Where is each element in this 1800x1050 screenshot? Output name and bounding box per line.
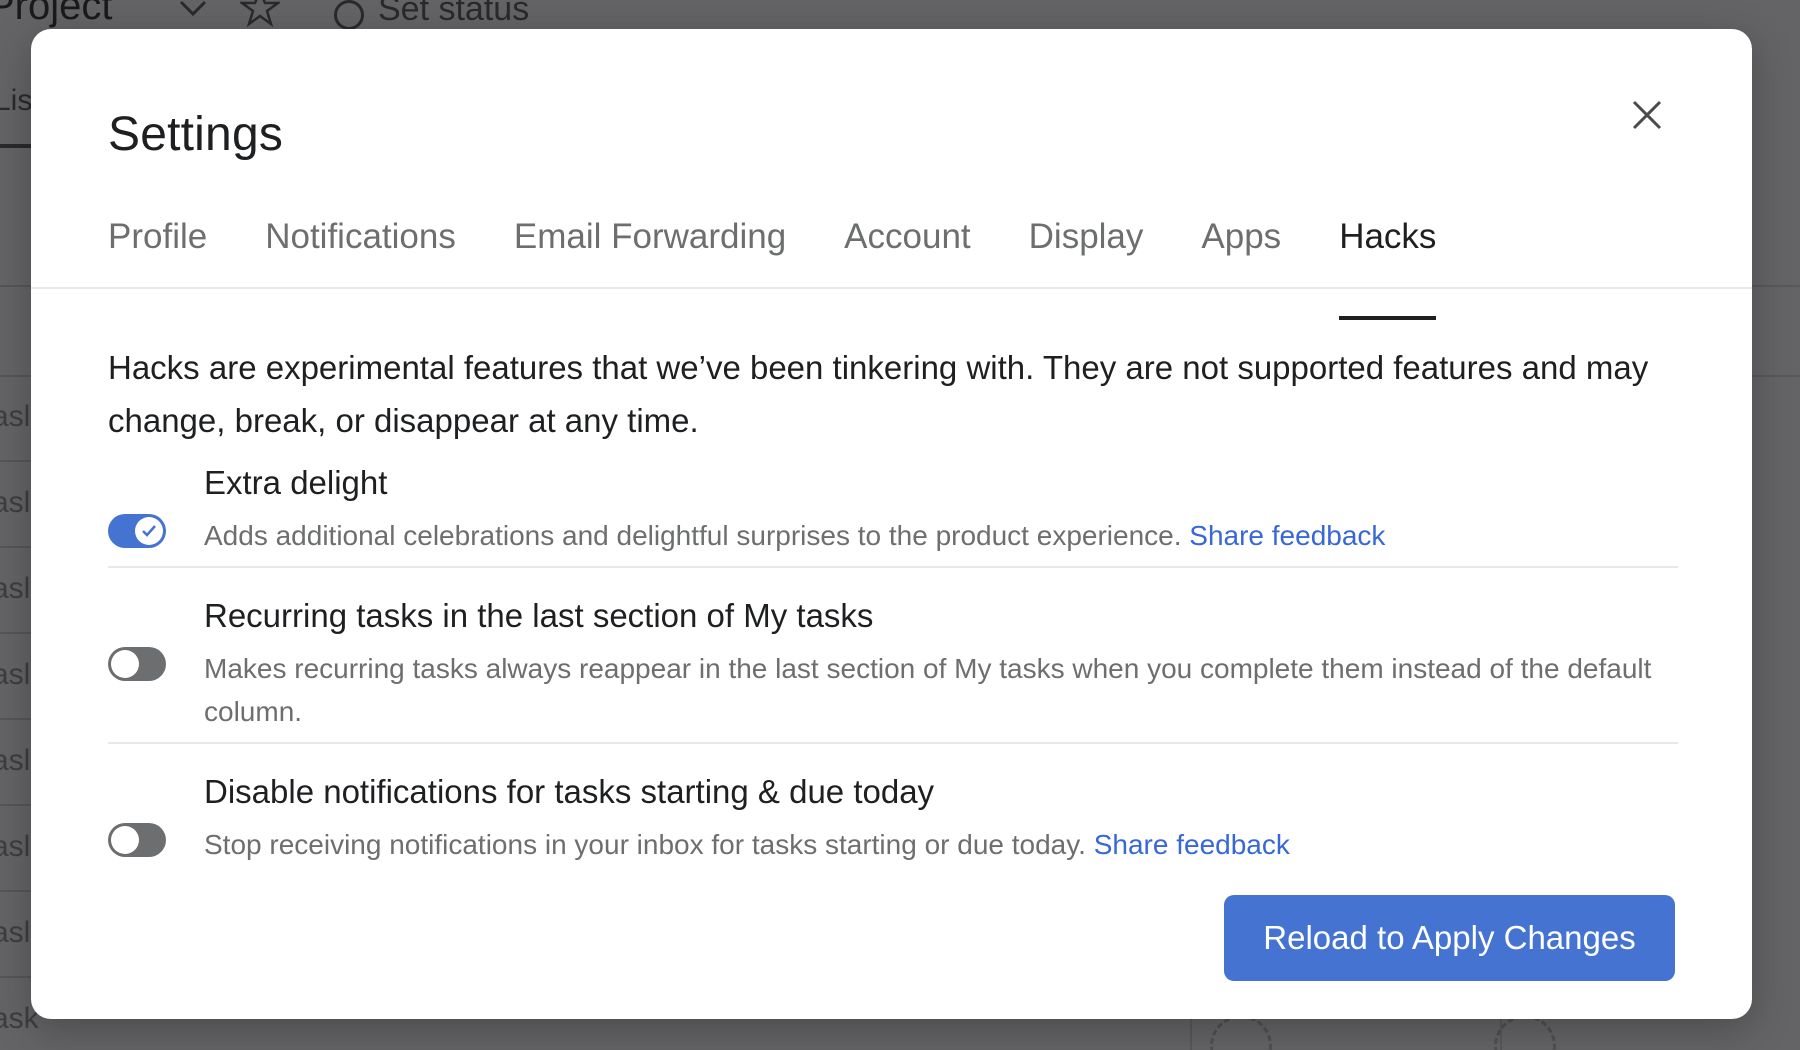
tab-hacks[interactable]: Hacks: [1339, 187, 1437, 320]
hack-title: Recurring tasks in the last section of M…: [204, 597, 874, 634]
hack-description: Makes recurring tasks always reappear in…: [204, 653, 1652, 727]
task-fragment: asl: [0, 830, 31, 863]
divider: [0, 718, 34, 720]
chevron-down-icon: [178, 0, 208, 25]
hack-row-disable-notifications: Disable notifications for tasks starting…: [108, 763, 1678, 883]
extra-delight-toggle[interactable]: [108, 514, 166, 548]
task-fragment: asl: [0, 744, 31, 777]
divider: [0, 375, 34, 377]
hack-row-recurring-tasks: Recurring tasks in the last section of M…: [108, 587, 1678, 747]
hack-description: Stop receiving notifications in your inb…: [204, 823, 1684, 866]
divider: [0, 546, 34, 548]
hack-row-extra-delight: Extra delight Adds additional celebratio…: [108, 454, 1678, 584]
row-divider: [108, 566, 1678, 568]
modal-title: Settings: [108, 108, 284, 161]
tab-profile[interactable]: Profile: [108, 187, 207, 287]
close-button[interactable]: [1617, 85, 1677, 145]
hack-title: Extra delight: [204, 464, 388, 501]
task-fragment: asl: [0, 916, 31, 949]
list-tab: Lis: [0, 84, 33, 117]
share-feedback-link[interactable]: Share feedback: [1094, 829, 1290, 860]
status-circle-icon: [334, 0, 364, 30]
set-status-label: Set status: [378, 0, 530, 28]
tab-apps[interactable]: Apps: [1201, 187, 1281, 287]
assignee-placeholder-icon: [1210, 1015, 1272, 1050]
divider: [0, 804, 34, 806]
tab-display[interactable]: Display: [1029, 187, 1144, 287]
share-feedback-link[interactable]: Share feedback: [1189, 520, 1385, 551]
toggle-knob: [135, 517, 163, 545]
row-divider: [108, 742, 1678, 744]
task-fragment: asl: [0, 486, 31, 519]
tabs-divider: [31, 287, 1752, 289]
task-fragment: asl: [0, 572, 31, 605]
close-icon: [1632, 100, 1662, 130]
settings-modal: Settings Profile Notifications Email For…: [31, 29, 1752, 1019]
divider: [0, 632, 34, 634]
recurring-tasks-toggle[interactable]: [108, 647, 166, 681]
divider: [1190, 1018, 1192, 1050]
tab-account[interactable]: Account: [844, 187, 970, 287]
date-placeholder-icon: [1494, 1015, 1556, 1050]
project-title: Project: [0, 0, 113, 28]
divider: [0, 460, 34, 462]
toggle-knob: [111, 826, 139, 854]
settings-tabs: Profile Notifications Email Forwarding A…: [108, 187, 1494, 320]
hack-description-text: Adds additional celebrations and delight…: [204, 520, 1182, 551]
checkmark-icon: [142, 525, 156, 537]
toggle-knob: [111, 650, 139, 678]
hack-description: Adds additional celebrations and delight…: [204, 514, 1684, 557]
disable-notifications-toggle[interactable]: [108, 823, 166, 857]
reload-button[interactable]: Reload to Apply Changes: [1224, 895, 1675, 981]
task-fragment: asl: [0, 658, 31, 691]
hack-title: Disable notifications for tasks starting…: [204, 773, 935, 810]
divider: [1752, 285, 1800, 287]
hacks-intro: Hacks are experimental features that we’…: [108, 349, 1649, 439]
tab-email-forwarding[interactable]: Email Forwarding: [514, 187, 786, 287]
divider: [1752, 375, 1800, 377]
tab-notifications[interactable]: Notifications: [265, 187, 456, 287]
divider: [0, 890, 34, 892]
hack-description-text: Stop receiving notifications in your inb…: [204, 829, 1086, 860]
task-fragment: asl: [0, 400, 31, 433]
list-tab-underline: [0, 144, 34, 148]
divider: [0, 976, 34, 978]
divider: [0, 285, 34, 287]
